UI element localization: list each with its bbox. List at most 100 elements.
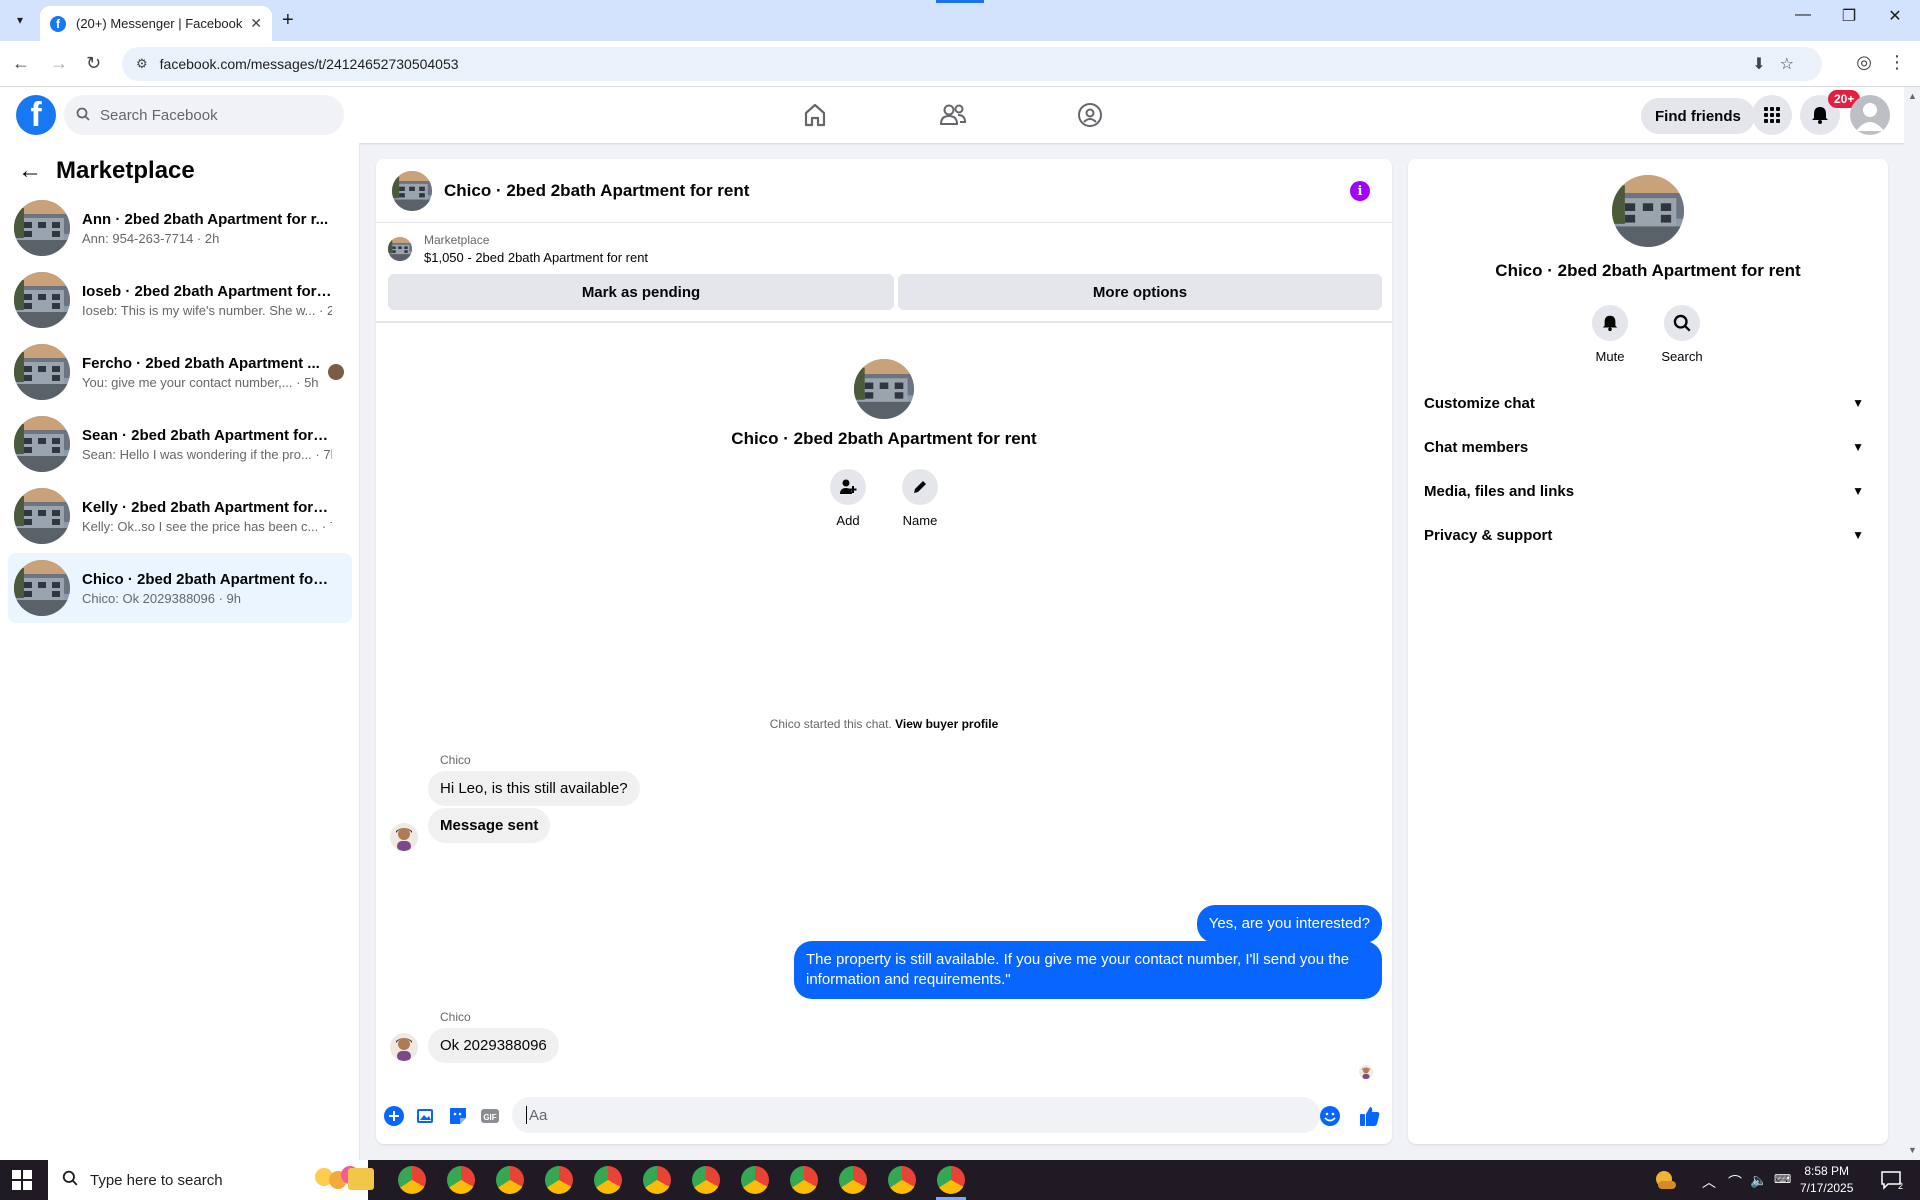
- window-close-icon[interactable]: ✕: [1872, 6, 1918, 26]
- conversation-item[interactable]: Fercho · 2bed 2bath Apartment ... You: gi…: [8, 337, 352, 407]
- message-incoming[interactable]: Hi Leo, is this still available?: [428, 771, 640, 806]
- chrome-app-icon[interactable]: [545, 1166, 573, 1194]
- chat-members-section[interactable]: Chat members ▼: [1424, 425, 1872, 469]
- listing-summary[interactable]: Marketplace $1,050 - 2bed 2bath Apartmen…: [388, 233, 648, 265]
- message-incoming[interactable]: Message sent: [428, 808, 551, 843]
- chrome-app-icon[interactable]: [643, 1166, 671, 1194]
- reload-icon[interactable]: ↻: [86, 53, 101, 74]
- details-thumbnail[interactable]: [1612, 175, 1684, 247]
- chrome-app-icon[interactable]: [839, 1166, 867, 1194]
- new-tab-icon[interactable]: +: [282, 9, 294, 32]
- groups-icon[interactable]: [1070, 95, 1110, 135]
- chrome-app-icon[interactable]: [741, 1166, 769, 1194]
- chrome-app-icon[interactable]: [692, 1166, 720, 1194]
- minimize-icon[interactable]: —: [1780, 6, 1826, 24]
- network-icon[interactable]: ⌒: [1728, 1172, 1742, 1192]
- mute-button[interactable]: Mute: [1580, 305, 1640, 364]
- add-person-icon: [830, 469, 866, 505]
- message-outgoing[interactable]: Yes, are you interested?: [1196, 905, 1382, 943]
- thumbs-up-icon[interactable]: [1358, 1106, 1382, 1126]
- chrome-app-icon[interactable]: [447, 1166, 475, 1194]
- privacy-support-section[interactable]: Privacy & support ▼: [1424, 513, 1872, 557]
- action-center-icon[interactable]: 2: [1880, 1170, 1904, 1193]
- message-input[interactable]: Aa: [512, 1097, 1320, 1133]
- browser-tab-messenger[interactable]: f (20+) Messenger | Facebook ✕: [40, 6, 272, 41]
- home-icon[interactable]: [795, 95, 835, 135]
- restore-icon[interactable]: ❐: [1826, 6, 1872, 26]
- search-facebook-input[interactable]: Search Facebook: [64, 95, 344, 135]
- conversation-item[interactable]: Ioseb · 2bed 2bath Apartment for ... Iose…: [8, 265, 352, 335]
- conversation-item-active[interactable]: Chico · 2bed 2bath Apartment for ... Chic…: [8, 553, 352, 623]
- search-icon: [76, 107, 90, 124]
- facebook-logo-icon[interactable]: f: [16, 95, 56, 135]
- show-hidden-icons-icon[interactable]: ︿: [1702, 1172, 1716, 1192]
- conversation-item[interactable]: Ann · 2bed 2bath Apartment for r... Ann: …: [8, 193, 352, 263]
- chrome-app-icon[interactable]: [790, 1166, 818, 1194]
- forward-icon[interactable]: →: [50, 53, 68, 74]
- list-title: Marketplace: [56, 157, 195, 184]
- chat-thumbnail[interactable]: [392, 171, 432, 211]
- weather-icon[interactable]: [1654, 1169, 1678, 1194]
- add-label: Add: [836, 513, 860, 528]
- site-info-icon[interactable]: ⚙: [136, 56, 148, 72]
- gif-icon[interactable]: GIF: [480, 1106, 500, 1126]
- find-friends-button[interactable]: Find friends: [1641, 98, 1755, 134]
- sticker-icon[interactable]: [448, 1106, 468, 1126]
- search-in-chat-button[interactable]: Search: [1652, 305, 1712, 364]
- attach-photo-icon[interactable]: [416, 1106, 436, 1126]
- mark-as-pending-button[interactable]: Mark as pending: [388, 274, 894, 310]
- chrome-app-icon-active[interactable]: [937, 1166, 965, 1194]
- chat-title[interactable]: Chico · 2bed 2bath Apartment for rent: [444, 181, 749, 201]
- friends-icon[interactable]: [933, 95, 973, 135]
- details-name: Chico · 2bed 2bath Apartment for rent: [1495, 261, 1801, 280]
- add-people-button[interactable]: Add: [818, 469, 878, 528]
- seen-avatar: [328, 364, 344, 380]
- message-outgoing[interactable]: The property is still available. If you …: [794, 941, 1382, 999]
- page-scrollbar[interactable]: ▲ ▼: [1904, 87, 1920, 1160]
- listing-thumbnail: [14, 344, 70, 400]
- back-icon[interactable]: ←: [12, 53, 30, 74]
- message-incoming[interactable]: Ok 2029388096: [428, 1028, 559, 1063]
- browser-tabbar: ▾ f (20+) Messenger | Facebook ✕ + — ❐ ✕: [0, 0, 1920, 41]
- view-buyer-profile-link[interactable]: View buyer profile: [895, 717, 998, 731]
- keyboard-icon[interactable]: ⌨: [1774, 1172, 1791, 1186]
- tab-close-icon[interactable]: ✕: [250, 15, 262, 32]
- taskbar-search-input[interactable]: Type here to search: [48, 1160, 368, 1200]
- conversation-item[interactable]: Sean · 2bed 2bath Apartment for r... Sean…: [8, 409, 352, 479]
- menu-grid-icon[interactable]: [1752, 95, 1792, 135]
- more-options-button[interactable]: More options: [898, 274, 1382, 310]
- intro-name: Chico · 2bed 2bath Apartment for rent: [731, 429, 1037, 448]
- emoji-icon[interactable]: [1320, 1106, 1340, 1126]
- conversation-item[interactable]: Kelly · 2bed 2bath Apartment for r... Kel…: [8, 481, 352, 551]
- scroll-up-icon[interactable]: ▲: [1908, 91, 1917, 101]
- back-arrow-icon[interactable]: ←: [18, 157, 42, 185]
- listing-thumbnail-small: [388, 237, 412, 261]
- address-bar[interactable]: ⚙ facebook.com/messages/t/24124652730504…: [122, 47, 1822, 81]
- media-files-links-section[interactable]: Media, files and links ▼: [1424, 469, 1872, 513]
- browser-menu-icon[interactable]: ⋮: [1888, 52, 1906, 73]
- chrome-app-icon[interactable]: [398, 1166, 426, 1194]
- customize-chat-section[interactable]: Customize chat ▼: [1424, 381, 1872, 425]
- conversation-preview: Ioseb: This is my wife's number. She w..…: [82, 302, 332, 318]
- intro-thumbnail: [854, 359, 914, 419]
- account-avatar[interactable]: [1850, 95, 1890, 135]
- scroll-down-icon[interactable]: ▼: [1908, 1145, 1917, 1155]
- chrome-app-icon[interactable]: [496, 1166, 524, 1194]
- section-label: Media, files and links: [1424, 482, 1575, 500]
- volume-icon[interactable]: 🔈: [1750, 1172, 1767, 1189]
- more-actions-plus-icon[interactable]: [384, 1106, 404, 1126]
- conversation-preview: You: give me your contact number,... · 5…: [82, 374, 319, 390]
- sender-avatar: [390, 1033, 418, 1061]
- tab-search-dropdown-icon[interactable]: ▾: [8, 8, 32, 32]
- name-chat-button[interactable]: Name: [890, 469, 950, 528]
- file-explorer-icon[interactable]: [348, 1168, 374, 1190]
- message-composer: GIF Aa: [376, 1089, 1392, 1141]
- info-icon[interactable]: i: [1350, 181, 1370, 201]
- chrome-app-icon[interactable]: [888, 1166, 916, 1194]
- taskbar-clock[interactable]: 8:58 PM 7/17/2025: [1800, 1163, 1853, 1197]
- browser-profile-icon[interactable]: ◎: [1856, 52, 1872, 73]
- windows-start-icon[interactable]: [12, 1170, 32, 1195]
- chrome-app-icon[interactable]: [594, 1166, 622, 1194]
- bookmark-star-icon[interactable]: ⬇☆: [1752, 54, 1808, 74]
- facebook-header: f Search Facebook Find friends 20+: [0, 87, 1920, 143]
